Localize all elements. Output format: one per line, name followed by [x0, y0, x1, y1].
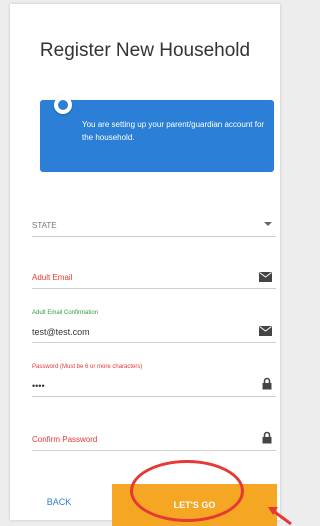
lets-go-button[interactable]: LET'S GO	[112, 484, 277, 526]
password-field[interactable]: Password (Must be 6 or more characters) …	[32, 364, 276, 397]
email-confirmation-value: test@test.com	[32, 327, 90, 337]
chevron-down-icon[interactable]	[264, 222, 272, 226]
mail-icon	[259, 272, 272, 282]
password-label: Password (Must be 6 or more characters)	[32, 364, 143, 370]
adult-email-field[interactable]: Adult Email	[32, 262, 276, 289]
registration-card: Register New Household You are setting u…	[10, 4, 280, 520]
lock-icon	[262, 431, 272, 444]
confirm-password-field[interactable]: Confirm Password	[32, 424, 276, 451]
state-label: STATE	[32, 221, 57, 230]
state-select[interactable]: STATE	[32, 210, 276, 237]
confirm-password-label: Confirm Password	[32, 435, 98, 444]
arrow-icon	[268, 507, 292, 525]
back-button[interactable]: BACK	[24, 484, 94, 520]
info-icon	[54, 96, 72, 114]
info-banner: You are setting up your parent/guardian …	[40, 96, 274, 172]
email-confirmation-label: Adult Email Confirmation	[32, 310, 99, 316]
password-value: ••••	[32, 381, 45, 391]
adult-email-label: Adult Email	[32, 273, 73, 282]
email-confirmation-field[interactable]: Adult Email Confirmation test@test.com	[32, 310, 276, 343]
mail-icon	[259, 326, 272, 336]
info-message: You are setting up your parent/guardian …	[82, 120, 265, 142]
page-title: Register New Household	[39, 40, 251, 61]
lock-icon	[262, 377, 272, 390]
